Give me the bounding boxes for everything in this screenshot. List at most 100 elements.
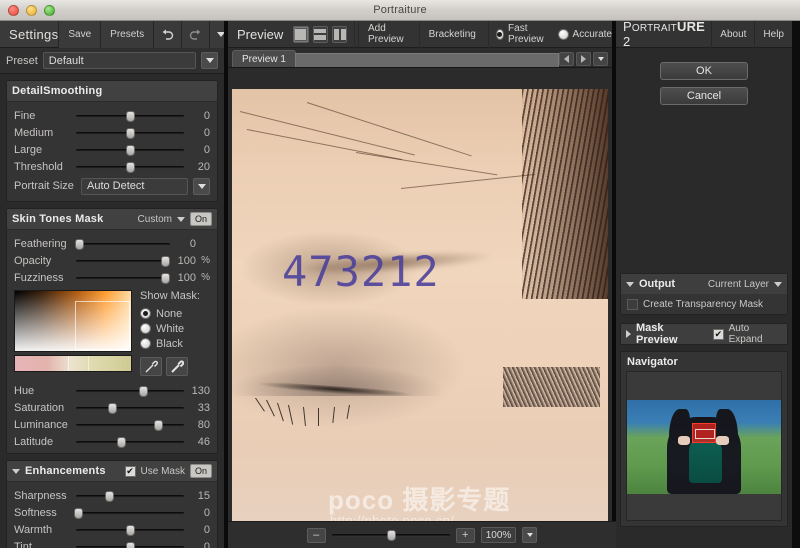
slider-row-saturation[interactable]: Saturation 33 bbox=[7, 399, 217, 416]
skin-mask-mode-chevron-down-icon[interactable] bbox=[176, 216, 185, 222]
enhancements-chevron-down-icon[interactable] bbox=[12, 468, 20, 474]
create-transparency-mask-checkbox[interactable] bbox=[627, 298, 638, 310]
slider-value: 0 bbox=[203, 540, 210, 548]
navigator-thumbnail[interactable] bbox=[626, 371, 782, 521]
slider-row-feathering[interactable]: Feathering 0 bbox=[7, 235, 217, 252]
luminance-slider[interactable] bbox=[76, 418, 184, 432]
help-button[interactable]: Help bbox=[754, 20, 792, 48]
eyedropper-add-icon[interactable] bbox=[140, 357, 162, 376]
slider-row-medium[interactable]: Medium 0 bbox=[7, 124, 217, 141]
navigator-viewport-rect[interactable] bbox=[691, 422, 717, 444]
enhancements-toggle[interactable]: On bbox=[189, 464, 212, 478]
slider-row-sharpness[interactable]: Sharpness 15 bbox=[7, 487, 217, 504]
portrait-size-select[interactable]: Auto Detect bbox=[81, 177, 188, 195]
output-header[interactable]: Output Current Layer bbox=[621, 274, 787, 294]
softness-slider[interactable] bbox=[74, 506, 184, 520]
output-target-chevron-down-icon[interactable] bbox=[774, 281, 782, 287]
slider-row-tint[interactable]: Tint 0 bbox=[7, 538, 217, 548]
settings-menu-icon[interactable] bbox=[209, 21, 224, 48]
enhancements-title: Enhancements bbox=[25, 465, 106, 477]
quality-option-fast[interactable]: Fast Preview bbox=[495, 23, 550, 45]
about-button[interactable]: About bbox=[711, 20, 754, 48]
latitude-slider[interactable] bbox=[76, 435, 184, 449]
large-slider[interactable] bbox=[76, 143, 184, 157]
use-mask-checkbox[interactable]: ✔ bbox=[124, 465, 136, 477]
logo-bold: URE bbox=[676, 19, 706, 34]
bracketing-button[interactable]: Bracketing bbox=[418, 20, 485, 48]
slider-value: 0 bbox=[189, 237, 196, 250]
preset-dropdown-icon[interactable] bbox=[201, 52, 218, 69]
zoom-slider[interactable] bbox=[331, 528, 450, 542]
slider-row-softness[interactable]: Softness 0 bbox=[7, 504, 217, 521]
eyedropper-remove-icon[interactable] bbox=[166, 357, 188, 376]
zoom-dropdown-icon[interactable] bbox=[522, 527, 538, 543]
output-target-value[interactable]: Current Layer bbox=[708, 279, 769, 290]
warmth-slider[interactable] bbox=[76, 523, 184, 537]
ok-button[interactable]: OK bbox=[660, 62, 748, 80]
mask-preview-header[interactable]: Mask Preview ✔ Auto Expand bbox=[621, 322, 787, 346]
radio-white-icon[interactable] bbox=[140, 323, 151, 334]
tint-slider[interactable] bbox=[76, 540, 184, 548]
radio-fast-preview-icon[interactable] bbox=[495, 28, 505, 40]
sharpness-slider[interactable] bbox=[76, 489, 184, 503]
add-preview-button[interactable]: Add Preview bbox=[358, 20, 419, 48]
color-picker-left bbox=[14, 290, 132, 376]
opacity-slider[interactable] bbox=[76, 254, 171, 268]
arrow-right-icon[interactable] bbox=[576, 52, 591, 66]
preset-select[interactable]: Default bbox=[42, 52, 196, 69]
skin-mask-mode[interactable]: Custom bbox=[138, 214, 172, 225]
gradient-selection-marquee[interactable] bbox=[75, 300, 130, 350]
feathering-slider[interactable] bbox=[74, 237, 170, 251]
slider-row-threshold[interactable]: Threshold 20 bbox=[7, 158, 217, 175]
medium-slider[interactable] bbox=[76, 126, 184, 140]
cancel-button[interactable]: Cancel bbox=[660, 87, 748, 105]
zoom-level-value[interactable]: 100% bbox=[480, 527, 517, 543]
radio-accurate-icon[interactable] bbox=[557, 28, 569, 40]
create-transparency-mask-row[interactable]: Create Transparency Mask bbox=[621, 294, 787, 314]
slider-value: 0 bbox=[203, 506, 210, 519]
fine-slider[interactable] bbox=[76, 109, 184, 123]
fuzziness-slider[interactable] bbox=[76, 271, 171, 285]
show-mask-option-white[interactable]: White bbox=[140, 321, 210, 336]
preview-image-canvas[interactable]: 473212 poco 摄影专题 http://photo.poco.cn/ bbox=[232, 89, 608, 537]
save-button[interactable]: Save bbox=[58, 21, 101, 48]
enhancements-header[interactable]: Enhancements ✔ Use Mask On bbox=[7, 461, 217, 482]
undo-icon[interactable] bbox=[153, 21, 182, 48]
slider-row-latitude[interactable]: Latitude 46 bbox=[7, 433, 217, 450]
slider-row-fuzziness[interactable]: Fuzziness 100 % bbox=[7, 269, 217, 286]
quality-option-accurate[interactable]: Accurate bbox=[557, 28, 612, 40]
show-mask-option-none[interactable]: None bbox=[140, 306, 210, 321]
slider-row-hue[interactable]: Hue 130 bbox=[7, 382, 217, 399]
show-mask-option-black[interactable]: Black bbox=[140, 336, 210, 351]
preview-tab-1[interactable]: Preview 1 bbox=[232, 50, 296, 67]
skin-tone-strip[interactable] bbox=[14, 355, 132, 372]
zoom-in-button[interactable]: + bbox=[455, 527, 475, 543]
auto-expand-checkbox[interactable]: ✔ bbox=[713, 328, 724, 340]
portrait-size-dropdown-icon[interactable] bbox=[193, 177, 210, 195]
arrow-left-icon[interactable] bbox=[559, 52, 574, 66]
vertical-split-view-icon[interactable] bbox=[331, 25, 348, 43]
zoom-out-button[interactable]: – bbox=[306, 527, 326, 543]
skin-tone-gradient[interactable] bbox=[14, 290, 132, 352]
output-chevron-down-icon[interactable] bbox=[626, 281, 634, 287]
radio-none-icon[interactable] bbox=[140, 308, 151, 319]
tab-menu-chevron-down-icon[interactable] bbox=[593, 52, 608, 66]
detail-smoothing-header[interactable]: DetailSmoothing bbox=[7, 81, 217, 102]
slider-row-fine[interactable]: Fine 0 bbox=[7, 107, 217, 124]
horizontal-split-view-icon[interactable] bbox=[312, 25, 328, 43]
slider-row-warmth[interactable]: Warmth 0 bbox=[7, 521, 217, 538]
slider-row-luminance[interactable]: Luminance 80 bbox=[7, 416, 217, 433]
single-view-icon[interactable] bbox=[293, 25, 309, 43]
watermark-brand: poco 摄影专题 bbox=[328, 485, 511, 515]
skin-tones-mask-header[interactable]: Skin Tones Mask Custom On bbox=[7, 209, 217, 230]
hue-slider[interactable] bbox=[76, 384, 184, 398]
radio-black-icon[interactable] bbox=[140, 338, 151, 349]
skin-mask-toggle[interactable]: On bbox=[189, 212, 212, 226]
presets-button[interactable]: Presets bbox=[100, 21, 154, 48]
mask-preview-chevron-right-icon[interactable] bbox=[626, 330, 631, 338]
slider-row-opacity[interactable]: Opacity 100 % bbox=[7, 252, 217, 269]
slider-row-large[interactable]: Large 0 bbox=[7, 141, 217, 158]
redo-icon[interactable] bbox=[181, 21, 210, 48]
saturation-slider[interactable] bbox=[76, 401, 184, 415]
threshold-slider[interactable] bbox=[76, 160, 184, 174]
